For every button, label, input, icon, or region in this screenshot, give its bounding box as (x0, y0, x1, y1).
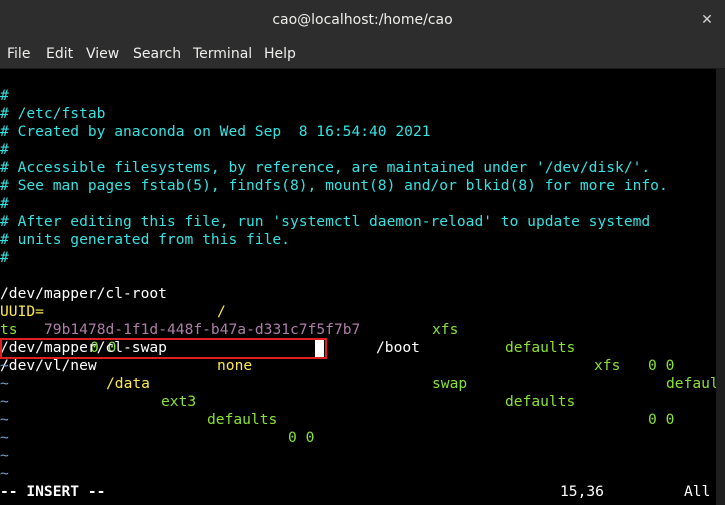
terminal-window: cao@localhost:/home/cao ✕ File Edit View… (0, 0, 725, 505)
menu-file[interactable]: File (7, 40, 30, 68)
fstab-mount-point: /boot (376, 339, 420, 356)
fstab-comment-line: # (0, 87, 9, 104)
empty-line-marker: ~ (0, 375, 9, 392)
fstab-options: defaults (207, 411, 278, 428)
terminal-content[interactable]: # # /etc/fstab # Created by anaconda on … (0, 69, 716, 505)
window-title: cao@localhost:/home/cao (272, 12, 453, 28)
scroll-indicator: All (684, 483, 711, 500)
title-bar[interactable]: cao@localhost:/home/cao ✕ (0, 0, 725, 41)
annotation-highlight-box (0, 338, 327, 359)
fstab-comment-line: # Accessible filesystems, by reference, … (0, 159, 651, 176)
fstab-dump-pass: 0 0 (648, 357, 675, 374)
menu-bar: File Edit View Search Terminal Help (0, 40, 725, 69)
empty-line-marker: ~ (0, 429, 9, 446)
fstab-entry-root: /dev/mapper/cl-root / xfs defaults 0 0 (0, 267, 674, 374)
fstab-uuid-value: 79b1478d-1f1d-448f-b47a-d331c7f5f7b7 (44, 321, 361, 338)
fstab-dump-pass: 0 0 (648, 411, 675, 428)
empty-line-marker: ~ (0, 447, 9, 464)
fstab-dump-pass: 0 0 (288, 429, 315, 446)
fstab-comment-line: # (0, 195, 9, 212)
empty-line-marker: ~ (0, 393, 9, 410)
vim-mode-indicator: -- INSERT -- (0, 483, 106, 500)
fstab-comment-line: # See man pages fstab(5), findfs(8), mou… (0, 177, 668, 194)
fstab-fs-type: xfs (432, 321, 459, 338)
fstab-comment-line: # /etc/fstab (0, 105, 106, 122)
fstab-mount-point: /data (106, 375, 150, 392)
fstab-options: defaults (505, 339, 576, 356)
fstab-options: defaul (666, 375, 716, 392)
fstab-options: defaults (505, 393, 576, 410)
fstab-comment-line: # Created by anaconda on Wed Sep 8 16:54… (0, 123, 431, 140)
fstab-comment-line: # (0, 249, 9, 266)
fstab-entry-swap: /dev/mapper/cl-swap none swap defaults 0… (0, 321, 674, 428)
fstab-comment-line: # (0, 141, 9, 158)
empty-line-marker: ~ (0, 357, 9, 374)
fstab-entry-boot-wrap: ts 0 0 (0, 303, 116, 356)
menu-help[interactable]: Help (264, 40, 296, 68)
cursor-position: 15,36 (560, 483, 604, 500)
scrollbar[interactable] (716, 69, 725, 505)
fstab-comment-line: # units generated from this file. (0, 231, 290, 248)
fstab-mount-point: none (217, 357, 253, 374)
empty-line-marker: ~ (0, 465, 9, 482)
menu-terminal[interactable]: Terminal (193, 40, 252, 68)
fstab-comment-line: # After editing this file, run 'systemct… (0, 213, 651, 230)
menu-search[interactable]: Search (133, 40, 181, 68)
fstab-fs-type: xfs (594, 357, 621, 374)
fstab-fs-type: ext3 (161, 393, 197, 410)
menu-view[interactable]: View (86, 40, 119, 68)
fstab-mount-point: / (217, 303, 226, 320)
fstab-device: /dev/vl/new (0, 357, 97, 374)
close-icon[interactable]: ✕ (697, 10, 717, 30)
fstab-fs-type: swap (432, 375, 468, 392)
menu-edit[interactable]: Edit (46, 40, 73, 68)
fstab-entry-boot: UUID= 79b1478d-1f1d-448f-b47a-d331c7f5f7… (0, 285, 716, 392)
empty-line-marker: ~ (0, 411, 9, 428)
